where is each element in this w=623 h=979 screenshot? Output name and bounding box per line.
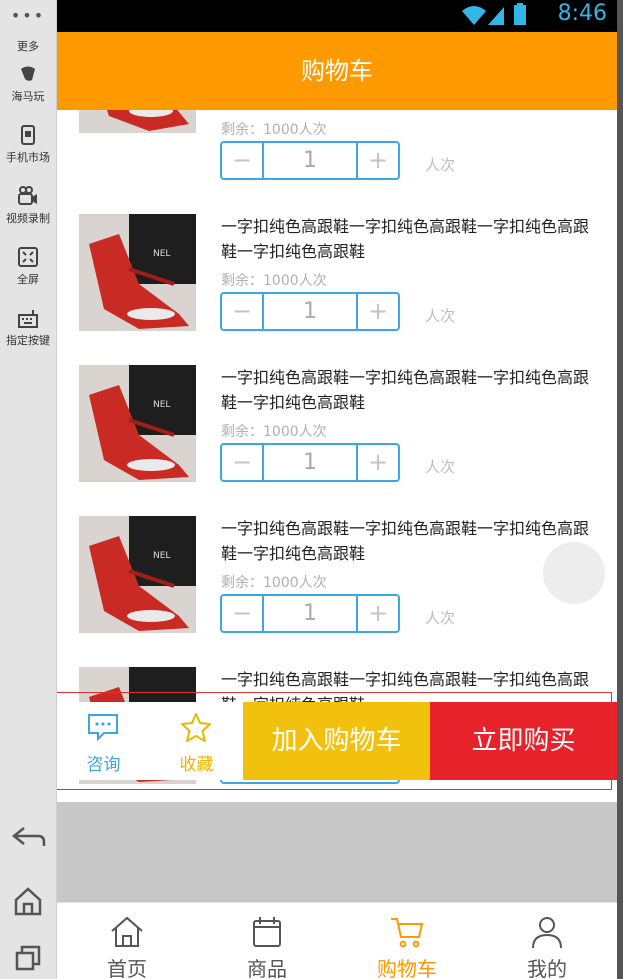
window-edge [617, 0, 623, 979]
emulator-more[interactable]: 更多 [0, 38, 56, 54]
quantity-stepper[interactable]: − 1 + [220, 141, 400, 180]
svg-text:NEL: NEL [153, 400, 170, 410]
tab-home[interactable]: 首页 [57, 903, 197, 979]
fullscreen-icon [18, 247, 38, 267]
emulator-haimawan-label: 海马玩 [11, 90, 45, 103]
consult-label: 咨询 [86, 755, 121, 775]
tab-cart[interactable]: 购物车 [337, 903, 477, 979]
emulator-haimawan[interactable]: 海马玩 [0, 63, 56, 104]
favorite-button[interactable]: 收藏 [150, 702, 243, 780]
emulator-sidebar: ••• 更多 海马玩 手机市场 视频录制 全屏 指定按键 [0, 0, 57, 979]
increase-button[interactable]: + [356, 294, 398, 329]
tab-home-label: 首页 [107, 957, 147, 979]
phone-screen: 8:46 购物车 剩余：1000人次 − 1 + 人次 NEL 一字扣纯色高跟鞋… [57, 0, 617, 979]
keyboard-icon [18, 310, 38, 328]
svg-text:NEL: NEL [153, 551, 170, 561]
quantity-value[interactable]: 1 [264, 143, 356, 178]
emulator-app-market[interactable]: 手机市场 [0, 124, 56, 165]
decrease-button[interactable]: − [222, 596, 264, 631]
user-icon [532, 917, 562, 949]
favorite-label: 收藏 [179, 755, 214, 775]
product-image[interactable]: NEL [79, 516, 196, 633]
quantity-stepper[interactable]: − 1 + [220, 443, 400, 482]
remaining-count: 剩余：1000人次 [221, 575, 327, 591]
home-icon[interactable] [0, 884, 56, 922]
quantity-stepper[interactable]: − 1 + [220, 594, 400, 633]
haimawan-icon [21, 66, 35, 81]
tab-mine[interactable]: 我的 [477, 903, 617, 979]
tab-products-label: 商品 [247, 957, 287, 979]
emulator-fullscreen[interactable]: 全屏 [0, 246, 56, 287]
quantity-stepper[interactable]: − 1 + [220, 292, 400, 331]
product-image[interactable] [79, 110, 196, 133]
status-time: 8:46 [557, 1, 607, 26]
decrease-button[interactable]: − [222, 294, 264, 329]
unit-label: 人次 [425, 156, 456, 174]
tab-cart-label: 购物车 [377, 957, 437, 979]
decrease-button[interactable]: − [222, 143, 264, 178]
unit-label: 人次 [425, 609, 456, 627]
increase-button[interactable]: + [356, 596, 398, 631]
product-name[interactable]: 一字扣纯色高跟鞋一字扣纯色高跟鞋一字扣纯色高跟鞋一字扣纯色高跟鞋 [221, 214, 601, 264]
purchase-action-bar: 咨询 收藏 加入购物车 立即购买 [57, 702, 617, 780]
wifi-signal-battery-icon [462, 3, 526, 25]
svg-text:NEL: NEL [153, 249, 170, 259]
calendar-icon [253, 917, 281, 947]
recent-apps-icon[interactable] [0, 943, 56, 979]
product-image[interactable]: NEL [79, 214, 196, 331]
cart-list[interactable]: 剩余：1000人次 − 1 + 人次 NEL 一字扣纯色高跟鞋一字扣纯色高跟鞋一… [57, 110, 617, 802]
product-name[interactable]: 一字扣纯色高跟鞋一字扣纯色高跟鞋一字扣纯色高跟鞋一字扣纯色高跟鞋 [221, 516, 601, 566]
remaining-count: 剩余：1000人次 [221, 424, 327, 440]
emulator-menu-dots[interactable]: ••• [0, 6, 56, 25]
tab-mine-label: 我的 [527, 957, 567, 979]
cart-item[interactable]: NEL 一字扣纯色高跟鞋一字扣纯色高跟鞋一字扣纯色高跟鞋一字扣纯色高跟鞋 剩余：… [57, 214, 617, 365]
emulator-keymap-label: 指定按键 [6, 334, 50, 347]
product-image[interactable]: NEL [79, 365, 196, 482]
back-icon[interactable] [0, 822, 56, 856]
emulator-more-label: 更多 [17, 40, 39, 53]
cart-item[interactable]: NEL 一字扣纯色高跟鞋一字扣纯色高跟鞋一字扣纯色高跟鞋一字扣纯色高跟鞋 剩余：… [57, 365, 617, 516]
increase-button[interactable]: + [356, 143, 398, 178]
chat-bubble-icon [88, 714, 118, 742]
quantity-value[interactable]: 1 [264, 294, 356, 329]
unit-label: 人次 [425, 307, 456, 325]
floating-assist-button[interactable] [543, 542, 605, 604]
increase-button[interactable]: + [356, 445, 398, 480]
bottom-tab-bar: 首页 商品 购物车 我的 [57, 902, 617, 979]
star-icon [181, 713, 211, 742]
buy-now-button[interactable]: 立即购买 [430, 702, 617, 780]
emulator-video-record-label: 视频录制 [6, 212, 50, 225]
emulator-keymap[interactable]: 指定按键 [0, 307, 56, 348]
product-name[interactable]: 一字扣纯色高跟鞋一字扣纯色高跟鞋一字扣纯色高跟鞋一字扣纯色高跟鞋 [221, 365, 601, 415]
decrease-button[interactable]: − [222, 445, 264, 480]
home-tab-icon [111, 916, 143, 947]
quantity-value[interactable]: 1 [264, 445, 356, 480]
quantity-value[interactable]: 1 [264, 596, 356, 631]
phone-market-icon [21, 125, 35, 145]
consult-button[interactable]: 咨询 [57, 702, 150, 780]
cart-item[interactable]: 剩余：1000人次 − 1 + 人次 [57, 110, 617, 180]
emulator-video-record[interactable]: 视频录制 [0, 185, 56, 226]
cart-icon [391, 918, 424, 948]
tab-products[interactable]: 商品 [197, 903, 337, 979]
status-bar: 8:46 [57, 0, 617, 32]
remaining-count: 剩余：1000人次 [221, 122, 327, 138]
add-to-cart-button[interactable]: 加入购物车 [243, 702, 430, 780]
video-camera-icon [18, 186, 37, 205]
emulator-fullscreen-label: 全屏 [17, 273, 39, 286]
emulator-app-market-label: 手机市场 [6, 151, 50, 164]
remaining-count: 剩余：1000人次 [221, 273, 327, 289]
page-title: 购物车 [57, 32, 617, 110]
cart-item[interactable]: NEL 一字扣纯色高跟鞋一字扣纯色高跟鞋一字扣纯色高跟鞋一字扣纯色高跟鞋 剩余：… [57, 516, 617, 667]
unit-label: 人次 [425, 458, 456, 476]
